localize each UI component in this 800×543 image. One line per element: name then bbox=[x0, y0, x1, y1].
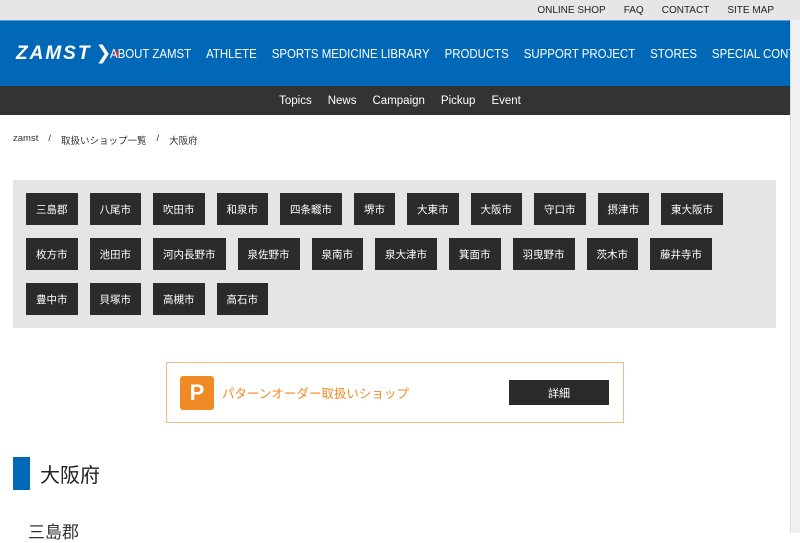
city-button[interactable]: 吹田市 bbox=[153, 193, 205, 225]
icon-letter: P bbox=[189, 379, 205, 405]
subnav-pickup[interactable]: Pickup bbox=[441, 95, 476, 107]
subsection-title: 三島郡 bbox=[28, 523, 79, 542]
city-button[interactable]: 藤井寺市 bbox=[650, 238, 712, 270]
city-button[interactable]: 羽曳野市 bbox=[512, 238, 575, 270]
section-heading: 大阪府 bbox=[13, 457, 100, 490]
city-button[interactable]: 貝塚市 bbox=[89, 283, 141, 315]
nav-products[interactable]: PRODUCTS bbox=[445, 46, 509, 61]
city-button[interactable]: 高石市 bbox=[216, 283, 268, 315]
city-button[interactable]: 堺市 bbox=[354, 193, 395, 225]
pattern-order-icon: P bbox=[180, 375, 214, 410]
nav-stores[interactable]: STORES bbox=[650, 46, 697, 61]
pattern-order-banner: P パターンオーダー取扱いショップ 詳細 bbox=[166, 362, 624, 423]
detail-button[interactable]: 詳細 bbox=[509, 380, 609, 405]
online-shop-link[interactable]: ONLINE SHOP bbox=[537, 5, 605, 16]
city-button[interactable]: 大東市 bbox=[407, 193, 459, 225]
breadcrumb-home[interactable]: zamst bbox=[13, 133, 38, 147]
city-button[interactable]: 和泉市 bbox=[216, 193, 268, 225]
nav-special[interactable]: SPECIAL CONTENTS bbox=[712, 46, 800, 61]
heading-accent-bar bbox=[13, 457, 30, 490]
city-button[interactable]: 泉南市 bbox=[311, 238, 363, 270]
scrollbar[interactable] bbox=[790, 20, 800, 533]
banner-title: パターンオーダー取扱いショップ bbox=[222, 387, 409, 401]
breadcrumb-separator: / bbox=[156, 133, 160, 144]
section-title: 大阪府 bbox=[40, 465, 100, 487]
city-button[interactable]: 枚方市 bbox=[26, 238, 78, 270]
subnav-event[interactable]: Event bbox=[491, 95, 520, 107]
header: ZAMST ❯› ABOUT ZAMST ATHLETE SPORTS MEDIC… bbox=[0, 20, 800, 86]
sub-nav: Topics News Campaign Pickup Event bbox=[0, 86, 800, 115]
city-button[interactable]: 高槻市 bbox=[153, 283, 205, 315]
city-button[interactable]: 八尾市 bbox=[89, 193, 141, 225]
city-button[interactable]: 泉大津市 bbox=[375, 238, 437, 270]
city-button[interactable]: 河内長野市 bbox=[153, 238, 226, 270]
subnav-topics[interactable]: Topics bbox=[279, 95, 312, 107]
city-button[interactable]: 東大阪市 bbox=[661, 193, 723, 225]
faq-link[interactable]: FAQ bbox=[624, 5, 644, 16]
city-button[interactable]: 摂津市 bbox=[597, 193, 649, 225]
breadcrumb: zamst / 取扱いショップ一覧 / 大阪府 bbox=[13, 133, 198, 147]
breadcrumb-shops[interactable]: 取扱いショップ一覧 bbox=[61, 133, 147, 147]
subnav-campaign[interactable]: Campaign bbox=[373, 95, 425, 107]
city-button[interactable]: 三島郡 bbox=[26, 193, 78, 225]
city-list: 三島郡 八尾市 吹田市 和泉市 四条畷市 堺市 大東市 大阪市 守口市 摂津市 東大阪市枚方市 池田市… bbox=[13, 180, 776, 328]
utility-nav: ONLINE SHOP FAQ CONTACT SITE MAP bbox=[0, 0, 800, 20]
city-button[interactable]: 泉佐野市 bbox=[237, 238, 300, 270]
zamst-logo[interactable]: ZAMST ❯› bbox=[16, 42, 120, 65]
city-button[interactable]: 大阪市 bbox=[470, 193, 522, 225]
contact-link[interactable]: CONTACT bbox=[662, 5, 710, 16]
nav-library[interactable]: SPORTS MEDICINE LIBRARY bbox=[272, 46, 430, 61]
city-button[interactable]: 守口市 bbox=[534, 193, 586, 225]
city-button[interactable]: 箕面市 bbox=[449, 238, 501, 270]
breadcrumb-separator: / bbox=[48, 133, 51, 144]
nav-about[interactable]: ABOUT ZAMST bbox=[110, 46, 191, 61]
breadcrumb-current: 大阪府 bbox=[169, 136, 198, 147]
city-button[interactable]: 四条畷市 bbox=[280, 193, 342, 225]
nav-athlete[interactable]: ATHLETE bbox=[206, 46, 257, 61]
logo-text: ZAMST bbox=[16, 42, 92, 64]
city-button[interactable]: 茨木市 bbox=[586, 238, 638, 270]
city-button[interactable]: 池田市 bbox=[89, 238, 141, 270]
city-button[interactable]: 豊中市 bbox=[26, 283, 78, 315]
nav-support[interactable]: SUPPORT PROJECT bbox=[524, 46, 635, 61]
main-nav: ABOUT ZAMST ATHLETE SPORTS MEDICINE LIBR… bbox=[110, 46, 800, 61]
subnav-news[interactable]: News bbox=[328, 95, 357, 107]
site-map-link[interactable]: SITE MAP bbox=[727, 5, 774, 16]
